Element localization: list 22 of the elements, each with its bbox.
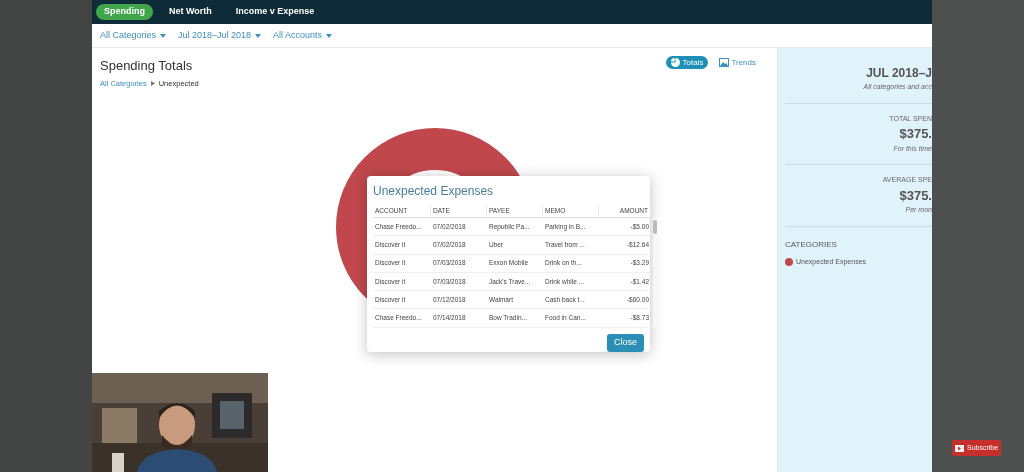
filter-dropdown[interactable]: Jul 2018–Jul 2018	[178, 28, 262, 43]
pie-chart-icon	[671, 58, 681, 67]
play-icon	[955, 444, 964, 452]
nav-tab[interactable]: Income v Expense	[227, 4, 323, 20]
nav-tab[interactable]: Net Worth	[161, 4, 220, 20]
caret-icon	[326, 33, 333, 38]
page-title: Spending Totals	[100, 57, 194, 75]
dialog-title: Unexpected Expenses	[373, 183, 495, 200]
nav-tab[interactable]: Spending	[96, 4, 153, 20]
caret-icon	[150, 80, 155, 86]
stat-value: $375.	[899, 125, 932, 143]
image-icon	[719, 58, 730, 67]
filter-dropdown[interactable]: All Categories	[100, 28, 167, 43]
stat-value: $375.	[899, 186, 932, 205]
period-heading: JUL 2018–J	[866, 65, 932, 82]
caret-icon	[255, 33, 262, 38]
view-toggle[interactable]: Trends	[714, 56, 761, 69]
categories-heading: CATEGORIES	[785, 238, 838, 251]
view-toggle[interactable]: Totals	[666, 56, 709, 69]
filter-dropdown[interactable]: All Accounts	[273, 28, 333, 43]
caret-icon	[160, 33, 167, 38]
close-button[interactable]: Close	[607, 333, 644, 352]
